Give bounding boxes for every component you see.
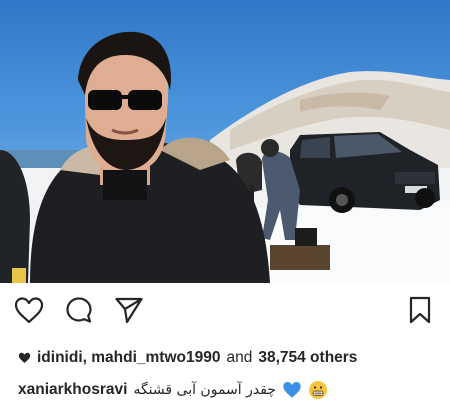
speech-bubble-icon [66,297,92,323]
comment-button[interactable] [63,295,95,325]
liked-by-users[interactable]: idinidi, mahdi_mtwo1990 [37,349,220,367]
likes-summary: idinidi, mahdi_mtwo1990 and 38,754 other… [18,349,357,367]
caption-text: چقدر آسمون آبی قشنگه [133,382,276,398]
paper-plane-icon [115,297,143,324]
save-button[interactable] [404,295,436,325]
blue-heart-emoji-icon [283,382,301,398]
caption-username[interactable]: xaniarkhosravi [18,381,127,399]
like-button[interactable] [13,295,45,325]
post-photo[interactable] [0,0,450,283]
likes-conjunction: and [226,349,253,366]
heart-outline-icon [14,296,44,323]
action-bar [0,283,450,335]
heart-filled-icon [18,352,31,363]
photo-scene [0,31,450,283]
grimacing-face-emoji-icon [308,381,327,399]
share-button[interactable] [113,295,145,325]
caption: xaniarkhosravi چقدر آسمون آبی قشنگه [18,380,328,400]
bookmark-icon [409,296,431,324]
likes-count[interactable]: 38,754 others [258,349,357,367]
